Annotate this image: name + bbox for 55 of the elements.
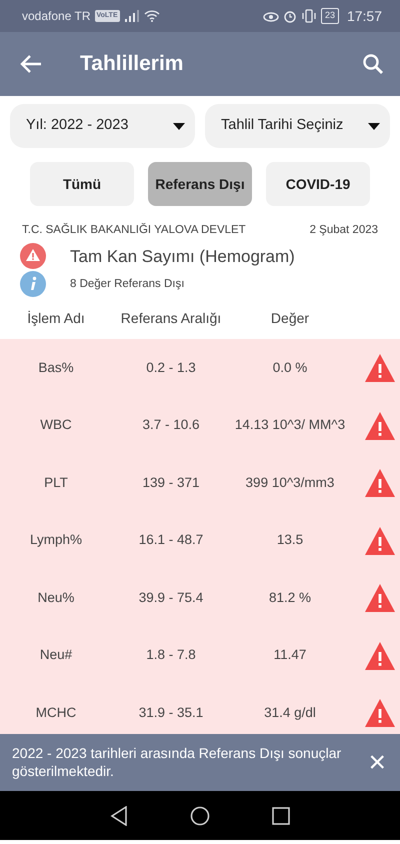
table-cell-text: 14.13 10^3/ MM^3 (234, 416, 346, 434)
alarm-icon (282, 9, 297, 23)
table-cell-text: PLT (43, 474, 69, 492)
table-cell-text: 13.5 (276, 531, 304, 550)
search-button[interactable] (362, 53, 384, 75)
table-cell-text: 0.2 - 1.3 (145, 358, 197, 377)
back-arrow-icon (20, 54, 42, 74)
table-cell-text: 399 10^3/mm3 (244, 474, 336, 492)
table-cell-text: 39.9 - 75.4 (138, 588, 204, 607)
table-cell-text: Neu% (36, 588, 76, 607)
column-header: Referans Aralığı (120, 308, 222, 328)
table-cell-text: Neu# (38, 646, 74, 664)
table-cell-text: 31.4 g/dl (263, 704, 317, 722)
table-cell-text: Bas% (37, 358, 75, 377)
eye-icon (262, 10, 279, 22)
clock-time: 17:57 (346, 6, 382, 26)
recents-nav-icon[interactable] (272, 806, 290, 825)
caret-icon (368, 122, 380, 130)
vibrate-icon (300, 9, 317, 23)
column-header: İşlem Adı (26, 308, 86, 328)
battery-level: 23 (320, 8, 339, 24)
column-header: Değer (270, 308, 310, 328)
close-button[interactable]: × (368, 748, 386, 778)
search-icon (362, 53, 384, 75)
table-cell-text: MCHC (34, 704, 78, 722)
info-icon (20, 271, 46, 298)
filter-tab[interactable]: Tümü (30, 162, 134, 206)
back-button[interactable] (20, 54, 42, 74)
table-cell-text: 0.0 % (272, 358, 308, 377)
dropdown-select[interactable]: Tahlil Tarihi Seçiniz (205, 104, 390, 148)
signal-icon (124, 10, 140, 22)
table-cell-text: 1.8 - 7.8 (145, 646, 197, 664)
carrier-name: vodafone TR (22, 8, 90, 25)
table-cell-text: 11.47 (272, 646, 308, 664)
test-name: Tam Kan Sayımı (Hemogram) (70, 246, 295, 268)
home-nav-icon[interactable] (190, 806, 210, 826)
filter-tab[interactable]: COVID-19 (266, 162, 370, 206)
table-cell-text: Lymph% (28, 531, 84, 550)
table-cell-text: 31.9 - 35.1 (138, 704, 204, 722)
filter-tab[interactable]: Referans Dışı (148, 162, 252, 206)
back-nav-icon[interactable] (110, 806, 128, 826)
dropdown-select[interactable]: Yıl: 2022 - 2023 (10, 104, 195, 148)
out-of-range-summary: 8 Değer Referans Dışı (70, 276, 184, 292)
table-cell-text: 16.1 - 48.7 (138, 531, 204, 550)
table-cell-text: 81.2 % (268, 588, 312, 607)
warning-icon (20, 243, 46, 270)
wifi-icon (144, 10, 160, 22)
table-cell-text: 139 - 371 (141, 474, 201, 492)
caret-icon (173, 122, 185, 130)
table-cell-text: 3.7 - 10.6 (141, 416, 201, 434)
result-date: 2 Şubat 2023 (310, 223, 378, 238)
snackbar-message: 2022 - 2023 tarihleri arasında Referans Dışı sonuçlar gösterilmektedir. (12, 745, 342, 780)
screen-title: Tahlillerim (80, 51, 184, 78)
institution-name: T.C. SAĞLIK BAKANLIĞI YALOVA DEVLET (22, 222, 246, 238)
table-cell-text: WBC (39, 416, 73, 434)
